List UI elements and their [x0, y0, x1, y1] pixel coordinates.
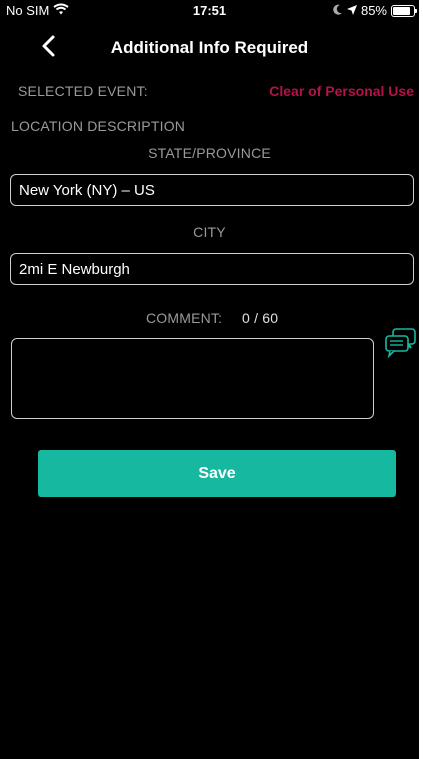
- location-arrow-icon: [346, 3, 357, 18]
- city-field[interactable]: [10, 253, 414, 285]
- battery-icon: [391, 4, 417, 17]
- location-section-label: LOCATION DESCRIPTION: [11, 118, 186, 134]
- selected-event-value: Clear of Personal Use: [269, 83, 414, 99]
- page-title: Additional Info Required: [110, 38, 309, 57]
- chat-bubbles-icon[interactable]: [384, 328, 418, 359]
- status-right: 85%: [333, 3, 417, 18]
- nav-bar: Additional Info Required: [0, 20, 419, 74]
- state-label: STATE/PROVINCE: [148, 145, 271, 161]
- status-bar: No SIM 17:51 85%: [0, 0, 419, 20]
- state-field[interactable]: [10, 174, 414, 206]
- city-label: CITY: [193, 224, 226, 240]
- moon-icon: [333, 3, 343, 18]
- comment-field[interactable]: [11, 338, 374, 419]
- state-input[interactable]: [11, 175, 399, 205]
- comment-input[interactable]: [12, 339, 362, 409]
- screen: No SIM 17:51 85% Additional Info Require…: [0, 0, 419, 759]
- comment-label: COMMENT:: [146, 310, 223, 326]
- city-input[interactable]: [11, 254, 399, 284]
- comment-counter: 0 / 60: [242, 310, 279, 326]
- selected-event-label: SELECTED EVENT:: [18, 83, 148, 99]
- battery-percent: 85%: [360, 3, 387, 18]
- save-button[interactable]: Save: [38, 450, 396, 497]
